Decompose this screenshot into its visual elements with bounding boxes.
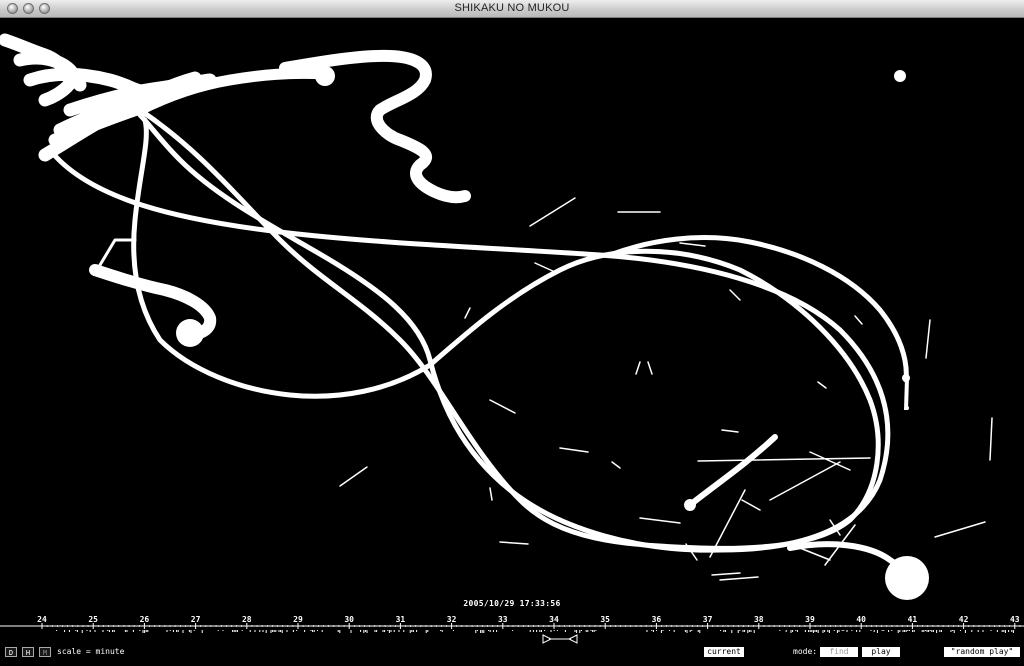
current-button[interactable]: current (704, 647, 744, 657)
stroke-drawing (0, 33, 993, 600)
timeline[interactable]: 24 25 26 27 28 29 30 31 32 33 34 35 36 37 38 39 40 41 42 43 (0, 610, 1024, 644)
random-play-button[interactable]: "random play" (944, 647, 1020, 657)
control-bar: D H M scale = minute current mode: find … (0, 644, 1024, 666)
stroke-thick-top (134, 67, 331, 116)
find-button[interactable]: find (820, 647, 858, 657)
timeline-ruler (0, 623, 1024, 644)
window-title: SHIKAKU NO MUKOU (454, 2, 570, 14)
play-button[interactable]: play (862, 647, 900, 657)
timestamp-readout: 2005/10/29 17:33:56 (463, 599, 561, 608)
dot-marks (176, 66, 929, 600)
stroke-thin-triangle (98, 238, 137, 267)
scale-label: scale = minute (57, 647, 125, 656)
window-titlebar: SHIKAKU NO MUKOU (0, 0, 1024, 18)
stroke-figure-eight (131, 107, 881, 551)
stroke-diagonal-thick (687, 434, 778, 508)
scale-day-button[interactable]: D (5, 647, 17, 657)
mode-label: mode: (793, 647, 818, 656)
timeline-playhead (542, 634, 578, 644)
scale-minute-button[interactable]: M (39, 647, 51, 657)
scale-hour-button[interactable]: H (22, 647, 34, 657)
drawing-canvas[interactable] (0, 18, 1024, 610)
